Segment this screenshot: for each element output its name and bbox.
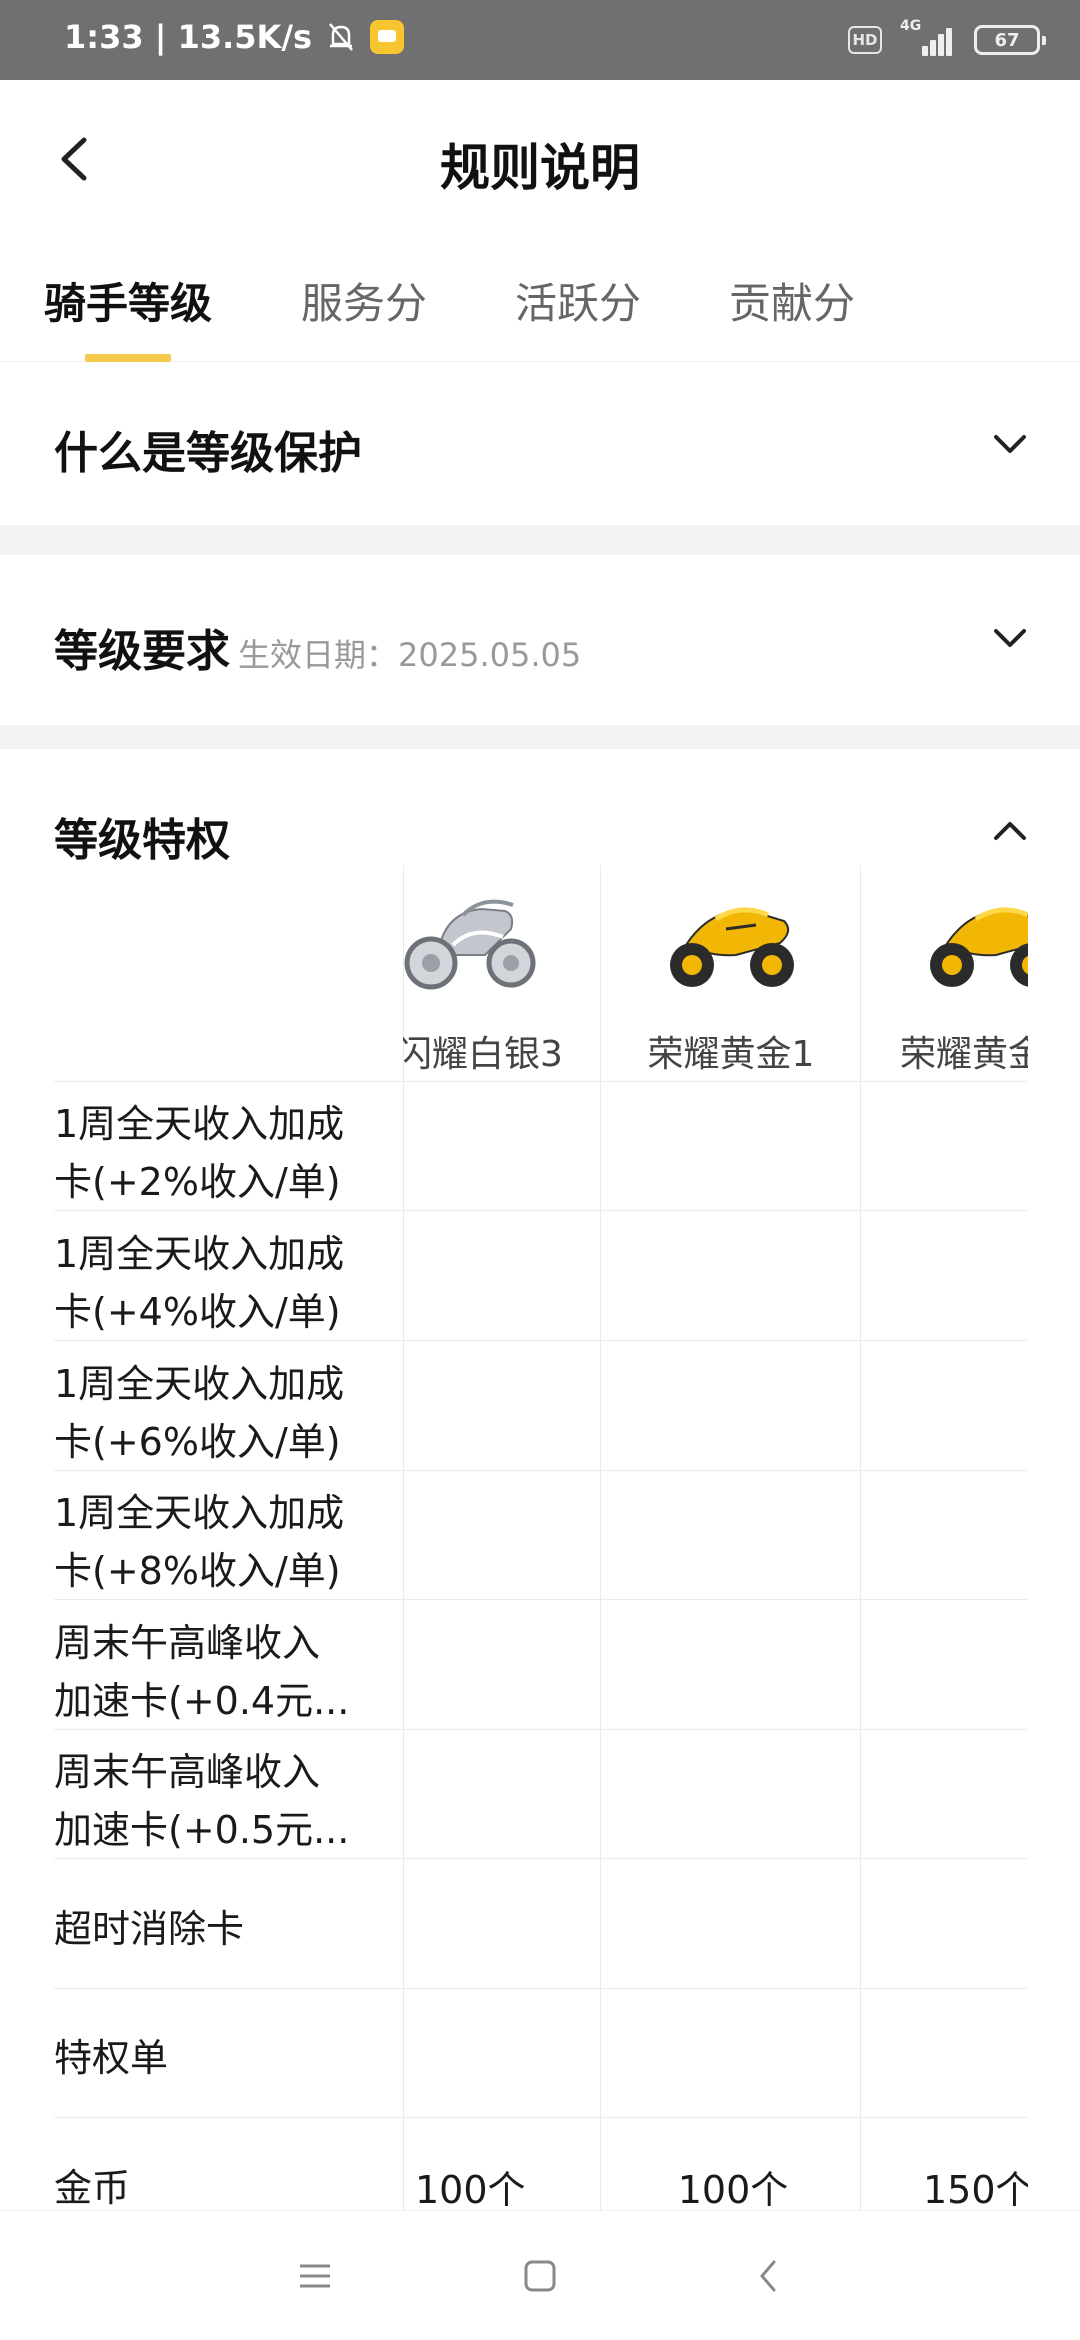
status-right: HD 4G 67 [848, 18, 1046, 58]
level-name: 荣耀黄金1 [647, 1034, 815, 1075]
chevron-up-icon [994, 822, 1026, 840]
chevron-down-icon [994, 629, 1026, 647]
tab-rider-level[interactable]: 骑手等级 [44, 270, 212, 331]
gold-motorbike-icon [930, 907, 1028, 987]
nav-back-button[interactable] [743, 2251, 793, 2301]
level-columns-scroll[interactable]: 闪耀白银3 荣耀黄金1 荣耀黄金 100个 100个 150个 [403, 860, 1028, 2210]
hd-badge: HD [848, 26, 882, 54]
column-divider [860, 865, 861, 2210]
home-square-icon [524, 2260, 556, 2292]
tab-contribution-score[interactable]: 贡献分 [729, 270, 855, 331]
battery-level: 67 [994, 29, 1020, 51]
menu-icon [300, 2264, 330, 2288]
column-divider [600, 865, 601, 2210]
cell-value: 100个 [415, 2168, 526, 2210]
row-label: 特权单 [54, 2036, 169, 2080]
row-label: 1周全天收入加成 卡(+8%收入/单) [54, 1491, 345, 1593]
network-type: 4G [900, 18, 922, 34]
app-notification-icon [370, 20, 405, 54]
battery-icon: 67 [974, 25, 1046, 55]
cell-value: 150个 [923, 2168, 1028, 2210]
tab-bar: 骑手等级 服务分 活跃分 贡献分 [0, 240, 1080, 362]
gold-motorbike-icon [670, 907, 794, 987]
silver-motorbike-icon [404, 899, 536, 990]
row-label: 1周全天收入加成 卡(+2%收入/单) [54, 1102, 345, 1204]
section-level-protection[interactable]: 什么是等级保护 [0, 362, 1080, 525]
section-title-privileges: 等级特权 [54, 815, 230, 866]
page-title: 规则说明 [440, 139, 640, 197]
mute-bell-icon [329, 23, 354, 51]
status-left: 1:33 | 13.5K/s [64, 18, 405, 56]
level-name: 闪耀白银3 [403, 1034, 563, 1075]
tab-activity-score[interactable]: 活跃分 [515, 270, 641, 331]
row-label: 周末午高峰收入 加速卡(+0.4元... [54, 1621, 350, 1723]
privilege-table: 1周全天收入加成 卡(+2%收入/单) 1周全天收入加成 卡(+4%收入/单) 1周… [0, 860, 1080, 2210]
requirements-title: 等级要求 [54, 626, 230, 677]
tab-service-score[interactable]: 服务分 [301, 270, 427, 331]
row-label: 周末午高峰收入 加速卡(+0.5元... [54, 1750, 350, 1852]
chevron-down-icon [994, 435, 1026, 453]
signal-icon: 4G [900, 18, 956, 58]
menu-button[interactable] [290, 2251, 340, 2301]
row-label: 1周全天收入加成 卡(+6%收入/单) [54, 1362, 345, 1464]
status-bar: 1:33 | 13.5K/s HD 4G 67 [0, 0, 1080, 80]
row-label: 金币 [54, 2166, 131, 2210]
home-button[interactable] [515, 2251, 565, 2301]
tab-active-indicator [85, 354, 171, 362]
chevron-left-icon [760, 2260, 776, 2292]
row-label: 1周全天收入加成 卡(+4%收入/单) [54, 1232, 345, 1334]
section-level-requirements[interactable]: 等级要求 生效日期：2025.05.05 [0, 555, 1080, 725]
section-title-protection: 什么是等级保护 [54, 428, 362, 479]
level-name: 荣耀黄金 [900, 1034, 1028, 1075]
section-title-requirements: 等级要求 生效日期：2025.05.05 [54, 615, 581, 679]
cell-value: 100个 [677, 2168, 789, 2210]
header: 规则说明 [0, 80, 1080, 240]
section-divider [0, 525, 1080, 555]
section-divider [0, 725, 1080, 749]
row-label: 超时消除卡 [54, 1907, 245, 1951]
section-level-privileges[interactable]: 等级特权 [0, 749, 1080, 866]
system-nav-bar [0, 2210, 1080, 2340]
effective-date: 生效日期：2025.05.05 [238, 636, 582, 674]
status-time-speed: 1:33 | 13.5K/s [64, 18, 313, 56]
